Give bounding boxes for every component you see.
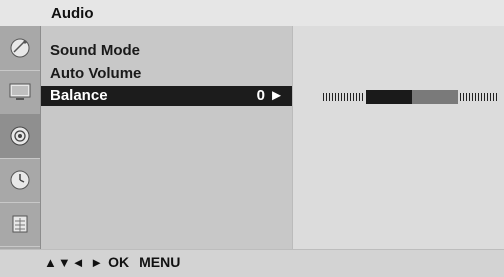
category-setup[interactable]	[0, 26, 40, 71]
adjustment-pane	[292, 26, 504, 249]
menu-title: Audio	[51, 5, 94, 22]
category-audio[interactable]	[0, 114, 40, 159]
category-icon-column	[0, 26, 41, 249]
balance-value: 0 ►	[256, 87, 284, 104]
settings-grid-icon	[12, 215, 28, 233]
category-option[interactable]	[0, 202, 40, 247]
picture-monitor-icon	[9, 83, 31, 100]
clock-icon	[10, 170, 30, 190]
menu-item-balance[interactable]: Balance 0 ►	[41, 86, 292, 106]
menu-item-label: Auto Volume	[50, 65, 142, 82]
balance-right-ticks	[460, 93, 498, 101]
ok-hint: OK	[108, 254, 130, 270]
osd-screen: Audio Sound Mode Auto Volume Balance 0 ►…	[0, 0, 504, 277]
balance-slider[interactable]	[323, 90, 498, 104]
balance-left-ticks	[323, 93, 364, 101]
audio-menu-list: Sound Mode Auto Volume Balance 0 ►	[41, 26, 292, 249]
menu-item-sound-mode[interactable]: Sound Mode	[41, 41, 292, 61]
speaker-icon	[10, 126, 30, 146]
category-picture[interactable]	[0, 70, 40, 115]
navigation-hint: ▲▼◄ ► OK MENU	[44, 254, 180, 270]
navigation-hint-bar: ▲▼◄ ► OK MENU	[0, 249, 504, 277]
title-bar: Audio	[0, 0, 504, 27]
menu-item-label: Sound Mode	[50, 42, 140, 59]
menu-item-auto-volume[interactable]: Auto Volume	[41, 64, 292, 84]
menu-item-label: Balance	[50, 87, 108, 104]
satellite-dish-icon	[10, 38, 30, 58]
arrow-keys-icon: ▲▼◄ ►	[44, 254, 105, 270]
menu-hint: MENU	[139, 254, 181, 270]
balance-left-segment	[366, 90, 412, 104]
category-time[interactable]	[0, 158, 40, 203]
balance-right-segment	[412, 90, 458, 104]
